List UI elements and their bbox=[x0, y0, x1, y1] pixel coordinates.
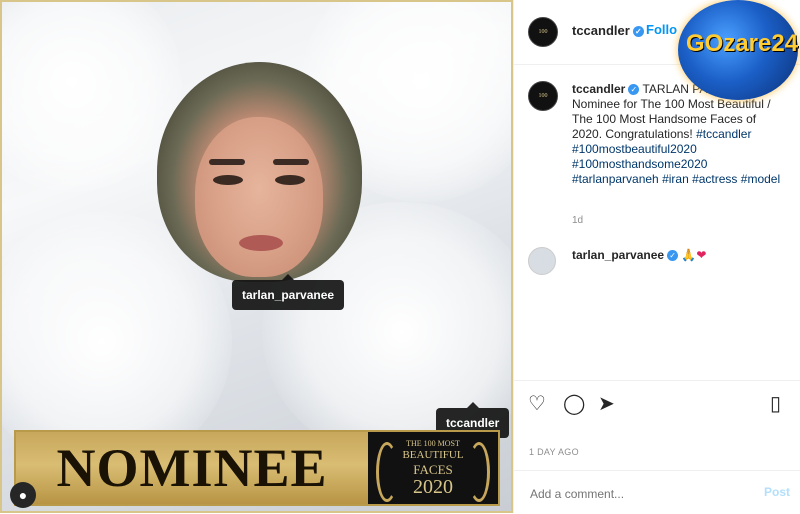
share-icon[interactable]: ➤ bbox=[598, 391, 615, 416]
lips bbox=[239, 235, 283, 251]
post-date[interactable]: 1 DAY AGO bbox=[529, 447, 579, 457]
portrait bbox=[157, 62, 362, 282]
post-photo: tarlan_parvanee tccandler NOMINEE THE 10… bbox=[0, 0, 513, 513]
action-bar: ♡ ◯ ➤ ▯ bbox=[514, 380, 800, 421]
bookmark-icon[interactable]: ▯ bbox=[770, 391, 781, 416]
verified-icon: ✓ bbox=[667, 250, 679, 262]
comment: tarlan_parvanee ✓ 🙏❤ bbox=[572, 248, 706, 262]
caption-time[interactable]: 1d bbox=[572, 215, 583, 226]
comment-icon[interactable]: ◯ bbox=[563, 391, 585, 416]
award-badge: THE 100 MOST BEAUTIFUL FACES 2020 bbox=[368, 432, 498, 504]
avatar[interactable]: 100 bbox=[528, 17, 558, 47]
avatar[interactable] bbox=[528, 247, 556, 275]
badge-line: BEAUTIFUL bbox=[402, 449, 464, 461]
caption-username[interactable]: tccandler bbox=[572, 82, 625, 96]
watermark-text: GOzare24 bbox=[686, 30, 799, 57]
add-comment-bar: Post bbox=[514, 470, 800, 514]
header-username[interactable]: tccandler ✓ bbox=[572, 23, 644, 38]
comment-input[interactable] bbox=[528, 484, 732, 504]
heart-icon[interactable]: ♡ bbox=[528, 391, 546, 416]
comment-username[interactable]: tarlan_parvanee bbox=[572, 248, 664, 262]
avatar[interactable]: 100 bbox=[528, 81, 558, 111]
post-comment-button[interactable]: Post bbox=[764, 485, 790, 499]
verified-icon: ✓ bbox=[628, 84, 640, 96]
nominee-word: NOMINEE bbox=[56, 438, 328, 498]
comment-emoji: 🙏 bbox=[681, 248, 697, 262]
lace-decoration bbox=[2, 2, 182, 192]
badge-line: THE 100 MOST bbox=[406, 439, 460, 448]
badge-year: 2020 bbox=[413, 476, 453, 498]
verified-icon: ✓ bbox=[632, 26, 644, 38]
user-tag-icon[interactable]: ● bbox=[10, 482, 36, 508]
photo-tag[interactable]: tarlan_parvanee bbox=[232, 274, 345, 310]
face bbox=[195, 117, 323, 277]
nominee-banner: NOMINEE THE 100 MOST BEAUTIFUL FACES 202… bbox=[14, 430, 500, 506]
follow-button[interactable]: Follo bbox=[646, 22, 677, 37]
watermark-logo: GOzare24 bbox=[678, 0, 798, 100]
instagram-post: tarlan_parvanee tccandler NOMINEE THE 10… bbox=[0, 0, 800, 513]
heart-emoji: ❤ bbox=[696, 248, 707, 262]
